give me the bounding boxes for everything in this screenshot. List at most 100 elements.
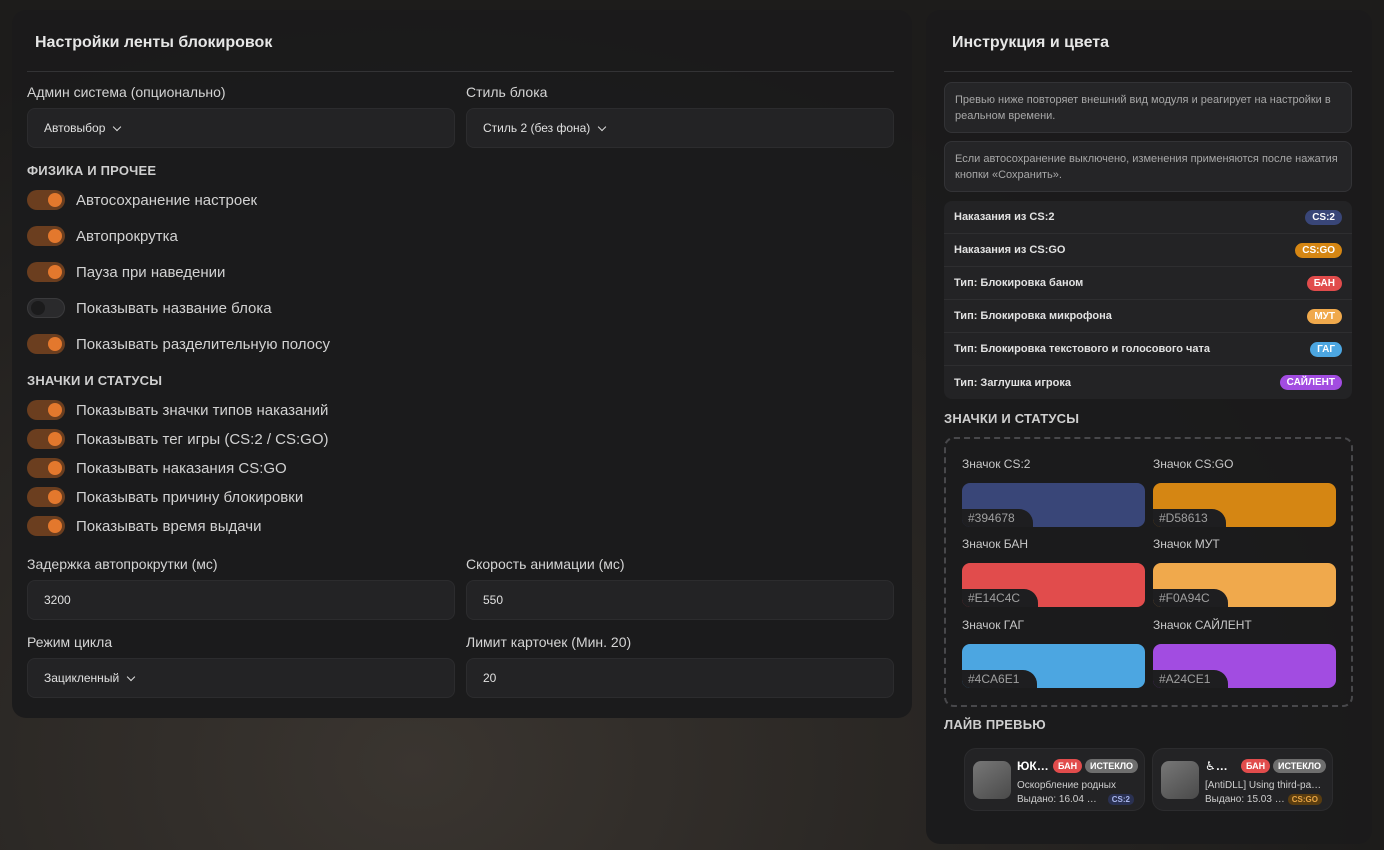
physics-toggle-switch[interactable] xyxy=(27,226,65,246)
settings-divider xyxy=(27,71,894,72)
badge-toggle-label: Показывать причину блокировки xyxy=(76,488,304,506)
legend-row: Тип: Блокировка микрофона МУТ xyxy=(944,300,1352,333)
chevron-down-icon xyxy=(126,672,136,681)
color-swatch-picker[interactable]: #A24CE1 xyxy=(1153,644,1336,688)
physics-toggle-row[interactable]: Показывать название блока xyxy=(27,297,272,319)
badge-toggle-row[interactable]: Показывать тег игры (CS:2 / CS:GO) xyxy=(27,428,329,450)
legend-badge: МУТ xyxy=(1307,308,1342,324)
admin-system-select[interactable]: Автовыбор xyxy=(27,108,455,148)
avatar xyxy=(973,761,1011,799)
badge-toggle-switch[interactable] xyxy=(27,458,65,478)
info-autosave-note: Если автосохранение выключено, изменения… xyxy=(944,141,1352,192)
status-badge: ИСТЕКЛО xyxy=(1085,759,1139,773)
instructions-title: Инструкция и цвета xyxy=(952,34,1109,51)
swatch-label: Значок САЙЛЕНТ xyxy=(1153,618,1252,632)
physics-toggle-label: Показывать название блока xyxy=(76,299,272,317)
physics-toggle-switch[interactable] xyxy=(27,262,65,282)
legend-badge: БАН xyxy=(1306,275,1342,291)
game-tag-badge: CS:2 xyxy=(1107,794,1134,805)
badge-toggle-label: Показывать тег игры (CS:2 / CS:GO) xyxy=(76,430,329,448)
color-swatch-picker[interactable]: #D58613 xyxy=(1153,483,1336,527)
admin-system-value: Автовыбор xyxy=(44,121,106,135)
legend-row: Тип: Заглушка игрока САЙЛЕНТ xyxy=(944,366,1352,399)
toggle-knob xyxy=(48,490,62,504)
punishment-type-badge: БАН xyxy=(1241,759,1271,773)
badge-toggle-label: Показывать время выдачи xyxy=(76,517,262,535)
card-limit-input[interactable]: 20 xyxy=(466,658,894,698)
badge-toggle-label: Показывать значки типов наказаний xyxy=(76,401,329,419)
chevron-down-icon xyxy=(113,122,122,131)
physics-toggle-switch[interactable] xyxy=(27,190,65,210)
swatch-label: Значок ГАГ xyxy=(962,618,1024,632)
color-swatch-picker[interactable]: #394678 xyxy=(962,483,1145,527)
legend-label: Тип: Заглушка игрока xyxy=(954,376,1071,389)
badge-toggle-row[interactable]: Показывать время выдачи xyxy=(27,515,261,537)
color-swatch-picker[interactable]: #4CA6E1 xyxy=(962,644,1145,688)
legend-badge: CS:GO xyxy=(1295,242,1342,258)
badge-toggle-switch[interactable] xyxy=(27,516,65,536)
preview-card[interactable]: ЮК… БАН ИСТЕКЛО Оскорбление родных Выдано: 1… xyxy=(964,748,1145,811)
anim-speed-label: Скорость анимации (мс) xyxy=(466,556,625,572)
legend-row: Наказания из CS:2 CS:2 xyxy=(944,201,1352,234)
physics-toggle-row[interactable]: Автосохранение настроек xyxy=(27,189,257,211)
legend-badge: САЙЛЕНТ xyxy=(1279,375,1342,390)
swatch-hex: #D58613 xyxy=(1153,509,1226,527)
chevron-down-icon xyxy=(598,122,607,131)
scroll-delay-input[interactable]: 3200 xyxy=(27,580,455,620)
toggle-knob xyxy=(48,403,62,417)
physics-toggle-row[interactable]: Пауза при наведении xyxy=(27,261,225,283)
badge-toggle-row[interactable]: Показывать значки типов наказаний xyxy=(27,399,328,421)
badges-colors-section-title: ЗНАЧКИ И СТАТУСЫ xyxy=(944,411,1080,426)
settings-title: Настройки ленты блокировок xyxy=(35,34,273,51)
card-limit-value: 20 xyxy=(483,671,497,685)
toggle-knob xyxy=(48,461,62,475)
color-swatch-picker[interactable]: #E14C4C xyxy=(962,563,1145,607)
color-legend: Наказания из CS:2 CS:2 Наказания из CS:GO C… xyxy=(944,201,1352,399)
card-limit-label: Лимит карточек (Мин. 20) xyxy=(466,634,632,650)
toggle-knob xyxy=(48,265,62,279)
swatch-hex: #394678 xyxy=(962,509,1033,527)
block-style-value: Стиль 2 (без фона) xyxy=(483,121,591,135)
anim-speed-value: 550 xyxy=(483,593,504,607)
legend-label: Тип: Блокировка баном xyxy=(954,277,1084,289)
badge-toggle-switch[interactable] xyxy=(27,429,65,449)
ban-reason: Оскорбление родных xyxy=(1017,780,1116,791)
ban-reason: [AntiDLL] Using third-party software xyxy=(1205,780,1323,791)
block-style-select[interactable]: Стиль 2 (без фона) xyxy=(466,108,894,148)
loop-mode-select[interactable]: Зацикленный xyxy=(27,658,455,698)
physics-toggle-switch[interactable] xyxy=(27,298,65,318)
badge-toggle-switch[interactable] xyxy=(27,487,65,507)
physics-toggle-label: Автопрокрутка xyxy=(76,227,178,245)
legend-row: Тип: Блокировка текстового и голосового … xyxy=(944,333,1352,366)
badge-toggle-switch[interactable] xyxy=(27,400,65,420)
badges-section-title: ЗНАЧКИ И СТАТУСЫ xyxy=(27,373,163,388)
live-preview-section-title: ЛАЙВ ПРЕВЬЮ xyxy=(944,717,1046,732)
avatar xyxy=(1161,761,1199,799)
scroll-delay-label: Задержка автопрокрутки (мс) xyxy=(27,556,218,572)
legend-row: Наказания из CS:GO CS:GO xyxy=(944,234,1352,267)
toggle-knob xyxy=(48,432,62,446)
block-style-label: Стиль блока xyxy=(466,84,548,100)
physics-toggle-row[interactable]: Показывать разделительную полосу xyxy=(27,333,330,355)
physics-toggle-switch[interactable] xyxy=(27,334,65,354)
badge-toggle-row[interactable]: Показывать наказания CS:GO xyxy=(27,457,287,479)
punishment-type-badge: БАН xyxy=(1053,759,1083,773)
legend-row: Тип: Блокировка баном БАН xyxy=(944,267,1352,300)
player-name: ♿… xyxy=(1205,759,1228,773)
swatch-label: Значок CS:GO xyxy=(1153,457,1234,471)
physics-toggle-label: Автосохранение настроек xyxy=(76,191,258,209)
issued-date: Выдано: 16.04 21:… xyxy=(1017,794,1099,805)
issued-date: Выдано: 15.03 1… xyxy=(1205,794,1287,805)
legend-badge: CS:2 xyxy=(1305,209,1342,225)
swatch-hex: #E14C4C xyxy=(962,589,1039,607)
legend-label: Тип: Блокировка микрофона xyxy=(954,310,1112,322)
player-name: ЮК… xyxy=(1017,759,1049,773)
swatch-hex: #F0A94C xyxy=(1153,589,1228,607)
preview-card[interactable]: ♿… БАН ИСТЕКЛО [AntiDLL] Using third-party … xyxy=(1152,748,1333,811)
color-swatch-picker[interactable]: #F0A94C xyxy=(1153,563,1336,607)
anim-speed-input[interactable]: 550 xyxy=(466,580,894,620)
physics-toggle-row[interactable]: Автопрокрутка xyxy=(27,225,178,247)
loop-mode-label: Режим цикла xyxy=(27,634,113,650)
badge-toggle-row[interactable]: Показывать причину блокировки xyxy=(27,486,303,508)
instructions-divider xyxy=(944,71,1352,72)
